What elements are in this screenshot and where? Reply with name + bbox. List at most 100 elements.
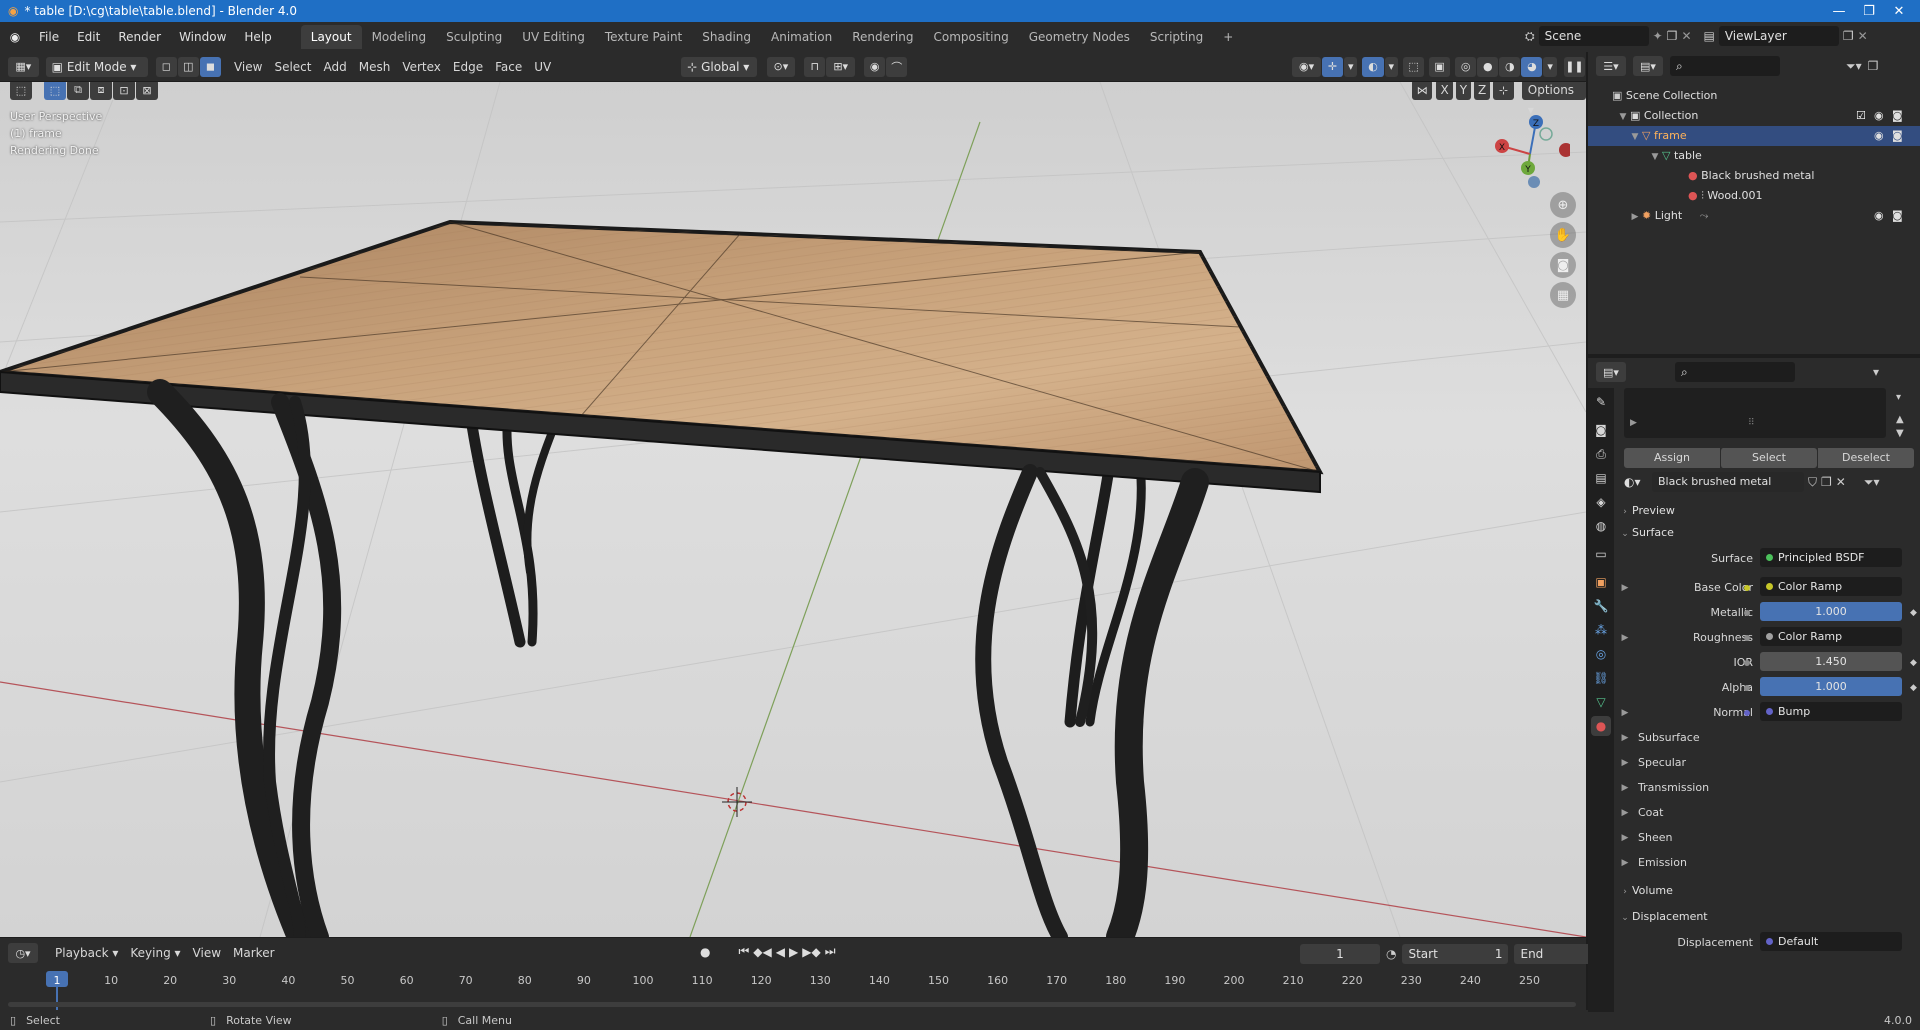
base-color-field[interactable]: Color Ramp <box>1760 577 1902 596</box>
tab-layout[interactable]: Layout <box>300 25 362 49</box>
light-render-icon[interactable]: ◙ <box>1892 206 1903 226</box>
slot-move-up-icon[interactable]: ▲ <box>1896 414 1904 425</box>
menu-help[interactable]: Help <box>235 26 280 48</box>
face-select-icon[interactable]: ◼ <box>199 56 221 77</box>
menu-face[interactable]: Face <box>489 57 528 77</box>
particles-tab-icon[interactable]: ⁂ <box>1591 620 1611 640</box>
display-mode-icon[interactable]: ▤▾ <box>1633 56 1663 76</box>
jump-start-icon[interactable]: ⏮ <box>738 944 749 959</box>
pause-render-icon[interactable]: ❚❚ <box>1563 56 1585 77</box>
scene-tab-icon[interactable]: ◈ <box>1591 492 1611 512</box>
outliner-scene-collection[interactable]: ▣ Scene Collection <box>1588 86 1920 106</box>
overlay-dropdown-icon[interactable]: ▾ <box>1384 56 1398 77</box>
jump-end-icon[interactable]: ⏭ <box>825 944 836 959</box>
properties-editor-icon[interactable]: ▤▾ <box>1596 362 1626 382</box>
menu-file[interactable]: File <box>30 26 68 48</box>
menu-add[interactable]: Add <box>318 57 353 77</box>
stopwatch-icon[interactable]: ◔ <box>1386 947 1396 961</box>
new-collection-icon[interactable]: ❐ <box>1868 59 1879 73</box>
panel-displacement[interactable]: ⌄ Displacement <box>1618 906 1918 928</box>
object-tab-icon[interactable]: ▣ <box>1591 572 1611 592</box>
collection-render-icon[interactable]: ◙ <box>1892 106 1903 126</box>
vertex-select-icon[interactable]: ◻ <box>155 56 177 77</box>
panel-preview[interactable]: › Preview <box>1618 500 1918 522</box>
unlink-material-icon[interactable]: ✕ <box>1836 475 1846 489</box>
tab-shading[interactable]: Shading <box>692 25 761 49</box>
outliner-item-wood[interactable]: ● ⫶ Wood.001 <box>1588 186 1920 206</box>
metallic-keyframe-icon[interactable]: ◆ <box>1910 602 1917 624</box>
select-extend-icon[interactable]: ⧉ <box>67 82 89 100</box>
mesh-edit-overlay-icon[interactable]: ⬚ <box>1402 56 1425 77</box>
output-tab-icon[interactable]: ⎙ <box>1591 444 1611 464</box>
view-layer-field[interactable]: ViewLayer <box>1718 26 1839 46</box>
normal-field[interactable]: Bump <box>1760 702 1902 721</box>
tab-geometry-nodes[interactable]: Geometry Nodes <box>1019 25 1140 49</box>
current-frame-field[interactable]: 1 <box>1300 944 1380 964</box>
auto-merge-icon[interactable]: ⊹ <box>1493 82 1514 100</box>
slot-move-down-icon[interactable]: ▼ <box>1896 428 1904 439</box>
3d-viewport[interactable]: User Perspective (1) frame Rendering Don… <box>0 82 1586 937</box>
properties-search[interactable]: ⌕ <box>1675 362 1795 382</box>
auto-keying-icon[interactable]: ● <box>700 945 710 959</box>
menu-select[interactable]: Select <box>268 57 317 77</box>
frame-render-icon[interactable]: ◙ <box>1892 126 1903 146</box>
slot-menu-icon[interactable]: ▾ <box>1896 392 1901 403</box>
close-button[interactable]: ✕ <box>1876 0 1920 22</box>
pin-icon[interactable]: ✦ <box>1653 29 1663 43</box>
outliner-collection[interactable]: ▼ ▣ Collection ☑ ◉ ◙ <box>1588 106 1920 126</box>
tab-compositing[interactable]: Compositing <box>923 25 1018 49</box>
view-layer-tab-icon[interactable]: ▤ <box>1591 468 1611 488</box>
delete-scene-icon[interactable]: ✕ <box>1681 29 1691 43</box>
physics-tab-icon[interactable]: ◎ <box>1591 644 1611 664</box>
tab-uv-editing[interactable]: UV Editing <box>512 25 595 49</box>
new-view-layer-icon[interactable]: ❐ <box>1843 29 1854 43</box>
gizmo-dropdown-icon[interactable]: ▾ <box>1344 56 1358 77</box>
options-button[interactable]: Options ▾ <box>1521 82 1586 117</box>
subpanel-emission[interactable]: ▶ Emission <box>1618 852 1918 874</box>
panel-volume[interactable]: › Volume <box>1618 880 1918 902</box>
material-slot-list[interactable]: ▶ ⠿ <box>1624 388 1886 438</box>
surface-shader-field[interactable]: Principled BSDF <box>1760 548 1902 567</box>
solid-shading-icon[interactable]: ● <box>1477 56 1499 77</box>
alpha-slider[interactable]: 1.000 <box>1760 677 1902 696</box>
visibility-icon[interactable]: ◉▾ <box>1292 56 1321 77</box>
mirror-icon[interactable]: ⋈ <box>1412 82 1433 100</box>
overlay-toggle-icon[interactable]: ◐ <box>1362 56 1384 77</box>
frame-ruler[interactable]: 1 10 20 30 40 50 60 70 80 90 100 110 120 130 140 150 160… <box>0 968 1586 1016</box>
start-frame-field[interactable]: Start 1 <box>1402 944 1509 964</box>
outliner-search[interactable]: ⌕ <box>1670 56 1780 76</box>
menu-edit[interactable]: Edit <box>68 26 109 48</box>
ior-field[interactable]: 1.450 <box>1760 652 1902 671</box>
displacement-field[interactable]: Default <box>1760 932 1902 951</box>
mirror-y-toggle[interactable]: Y <box>1455 82 1472 100</box>
tab-rendering[interactable]: Rendering <box>842 25 923 49</box>
view-layer-icon[interactable]: ▤ <box>1704 29 1715 43</box>
metallic-slider[interactable]: 1.000 <box>1760 602 1902 621</box>
subpanel-subsurface[interactable]: ▶ Subsurface <box>1618 727 1918 749</box>
menu-mesh[interactable]: Mesh <box>353 57 397 77</box>
menu-render[interactable]: Render <box>109 26 170 48</box>
play-icon[interactable]: ▶ <box>789 945 798 959</box>
menu-view[interactable]: View <box>228 57 268 77</box>
select-button[interactable]: Select <box>1720 448 1817 468</box>
pan-hand-icon[interactable]: ✋ <box>1550 222 1576 248</box>
mode-select[interactable]: ▣ Edit Mode ▾ <box>45 56 148 77</box>
tab-texture-paint[interactable]: Texture Paint <box>595 25 692 49</box>
outliner-item-frame[interactable]: ▼ ▽ frame ◉ ◙ <box>1588 126 1920 146</box>
filter-icon[interactable]: ⏷▾ <box>1846 59 1862 74</box>
collection-visibility-icon[interactable]: ◉ <box>1874 106 1884 126</box>
scene-field[interactable]: Scene <box>1538 26 1649 46</box>
next-keyframe-icon[interactable]: ▶◆ <box>802 945 820 959</box>
transform-orientation-select[interactable]: ⊹ Global ▾ <box>681 56 757 77</box>
ior-keyframe-icon[interactable]: ◆ <box>1910 652 1917 674</box>
subpanel-specular[interactable]: ▶ Specular <box>1618 752 1918 774</box>
assign-button[interactable]: Assign <box>1624 448 1720 468</box>
material-shading-icon[interactable]: ◑ <box>1499 56 1521 77</box>
camera-icon[interactable]: ◙ <box>1550 252 1576 278</box>
blender-menu-icon[interactable]: ◉ <box>0 30 30 44</box>
select-subtract-icon[interactable]: ⧈ <box>90 82 112 100</box>
outliner-sync-icon[interactable] <box>1588 72 1606 88</box>
rendered-shading-icon[interactable]: ◕ <box>1521 56 1543 77</box>
select-intersect-icon[interactable]: ⊠ <box>136 82 158 100</box>
pivot-point-icon[interactable]: ⊙▾ <box>766 56 796 77</box>
